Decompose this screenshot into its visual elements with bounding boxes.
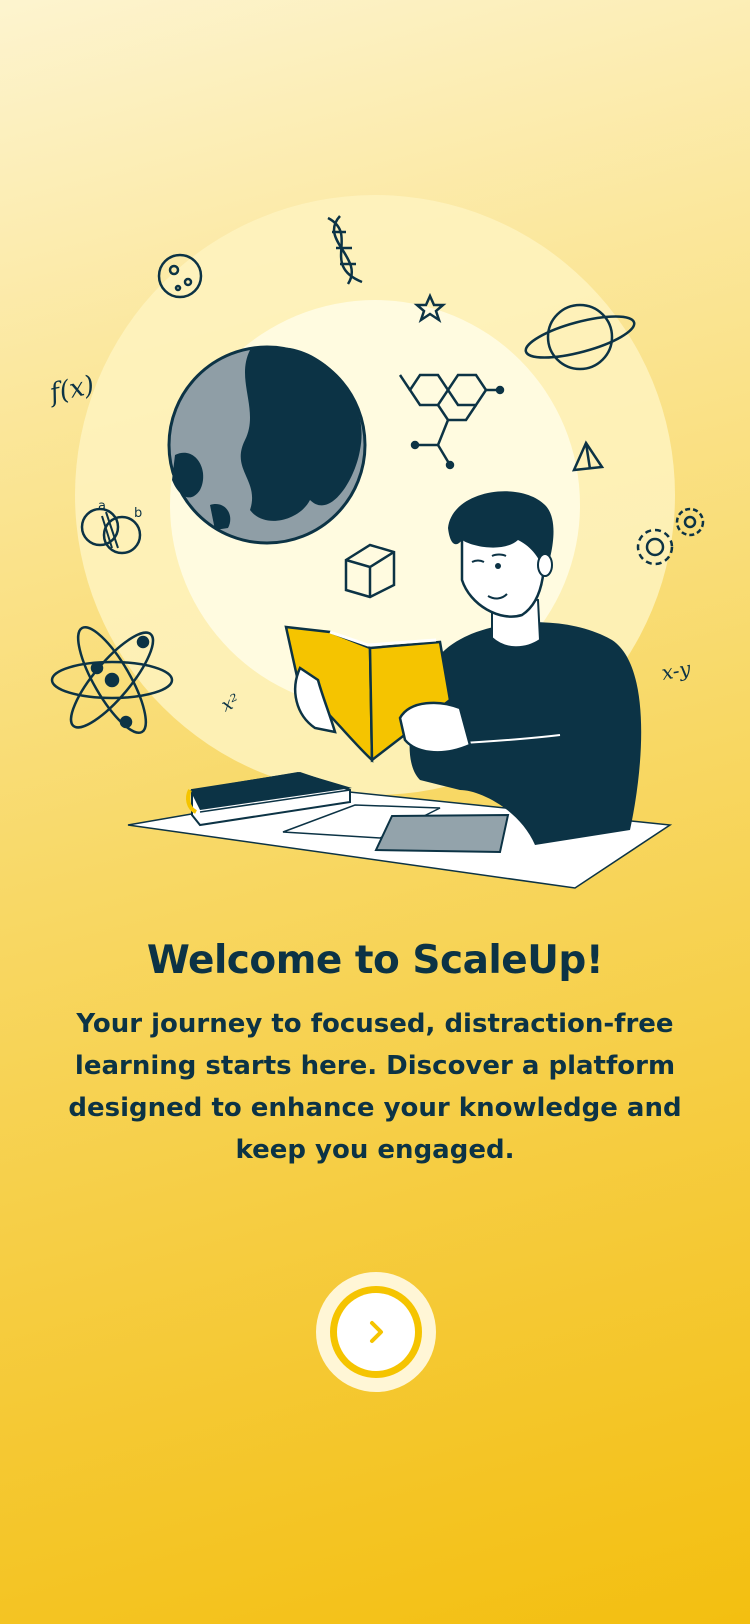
right-hand [398,701,472,754]
next-button[interactable] [316,1272,436,1392]
student-reading-illustration: f(x) a b x-y x² [45,195,705,889]
next-button-ring [330,1286,422,1378]
welcome-title: Welcome to ScaleUp! [146,938,604,983]
tablet [374,813,510,854]
equation-label: x-y [660,656,693,685]
set-b-label: b [134,506,142,521]
welcome-description: Your journey to focused, distraction-fre… [68,1009,682,1165]
set-a-label: a [98,499,106,514]
next-button-inner [337,1293,415,1371]
function-label: f(x) [45,370,97,409]
globe-icon [167,345,367,545]
chevron-right-icon [370,1321,383,1343]
